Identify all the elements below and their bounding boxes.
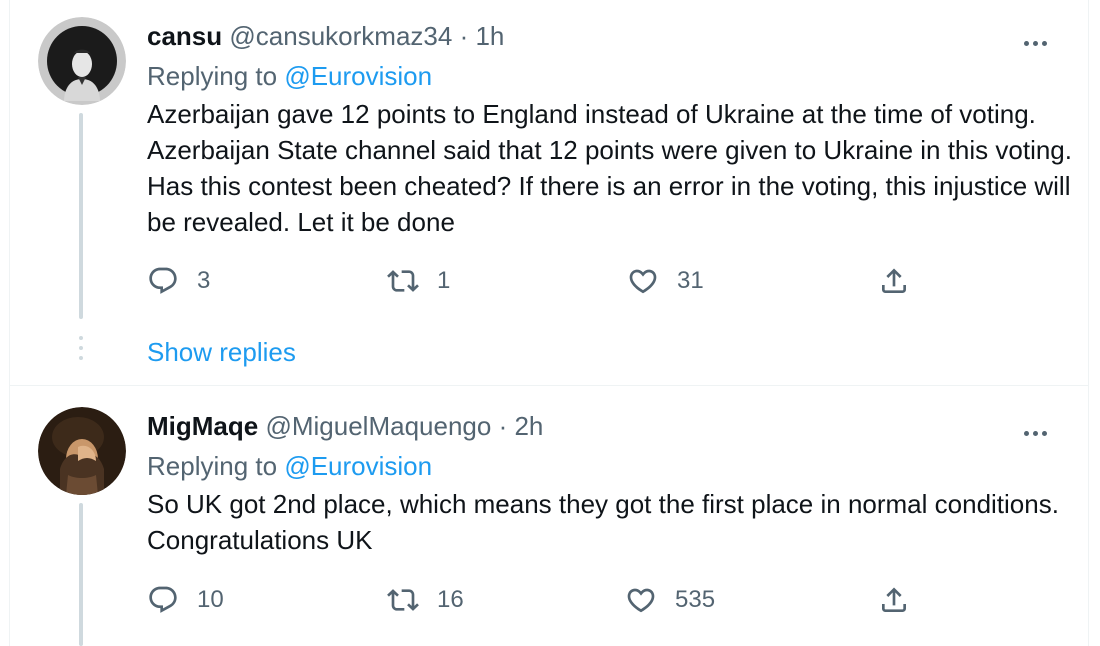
- display-name[interactable]: cansu: [147, 21, 222, 51]
- reply-count: 10: [197, 586, 224, 613]
- timestamp[interactable]: · 2h: [499, 411, 544, 441]
- reply-button[interactable]: 10: [147, 582, 224, 618]
- share-button[interactable]: [878, 263, 928, 299]
- share-icon: [882, 268, 906, 293]
- display-name[interactable]: MigMaqe: [147, 411, 258, 441]
- tweet-header: MigMaqe @MiguelMaquengo · 2h: [147, 410, 543, 442]
- reply-icon: [149, 586, 177, 613]
- user-handle[interactable]: @cansukorkmaz34: [229, 21, 452, 51]
- retweet-button[interactable]: 16: [387, 582, 464, 618]
- tweet-text: So UK got 2nd place, which means they go…: [147, 489, 1059, 555]
- timestamp[interactable]: · 1h: [460, 21, 505, 51]
- reply-button[interactable]: 3: [147, 263, 210, 299]
- tweet-header: cansu @cansukorkmaz34 · 1h: [147, 20, 504, 52]
- show-replies-link[interactable]: Show replies: [147, 336, 296, 368]
- replying-to: Replying to @Eurovision: [147, 450, 432, 482]
- like-count: 535: [675, 586, 716, 613]
- thread-line: [79, 113, 83, 319]
- retweet-icon: [387, 589, 419, 611]
- retweet-button[interactable]: 1: [387, 263, 450, 299]
- replying-label: Replying to: [147, 451, 278, 481]
- replying-label: Replying to: [147, 61, 278, 91]
- reply-icon: [149, 267, 177, 294]
- retweet-count: 16: [437, 586, 464, 613]
- share-icon: [882, 587, 906, 612]
- avatar[interactable]: [38, 407, 126, 495]
- like-button[interactable]: 31: [627, 263, 704, 299]
- retweet-count: 1: [437, 267, 451, 294]
- tweet-migmaqe[interactable]: MigMaqe @MiguelMaquengo · 2h Replying to…: [0, 386, 1100, 646]
- mention-link[interactable]: @Eurovision: [284, 451, 432, 481]
- replying-to: Replying to @Eurovision: [147, 60, 432, 92]
- heart-icon: [629, 269, 657, 294]
- thread-dots: [79, 336, 83, 366]
- reply-count: 3: [197, 267, 211, 294]
- like-button[interactable]: 535: [625, 582, 715, 618]
- user-handle[interactable]: @MiguelMaquengo: [265, 411, 491, 441]
- retweet-icon: [387, 270, 419, 292]
- mention-link[interactable]: @Eurovision: [284, 61, 432, 91]
- thread-line: [79, 503, 83, 646]
- avatar-image: [38, 407, 126, 495]
- like-count: 31: [677, 267, 704, 294]
- avatar[interactable]: [38, 17, 126, 105]
- tweet-cansu[interactable]: cansu @cansukorkmaz34 · 1h Replying to @…: [0, 0, 1100, 385]
- tweet-text: Azerbaijan gave 12 points to England ins…: [147, 99, 1072, 237]
- avatar-image: [38, 17, 126, 105]
- heart-icon: [627, 588, 655, 613]
- more-icon[interactable]: [1024, 423, 1058, 443]
- more-icon[interactable]: [1024, 33, 1058, 53]
- share-button[interactable]: [878, 582, 928, 618]
